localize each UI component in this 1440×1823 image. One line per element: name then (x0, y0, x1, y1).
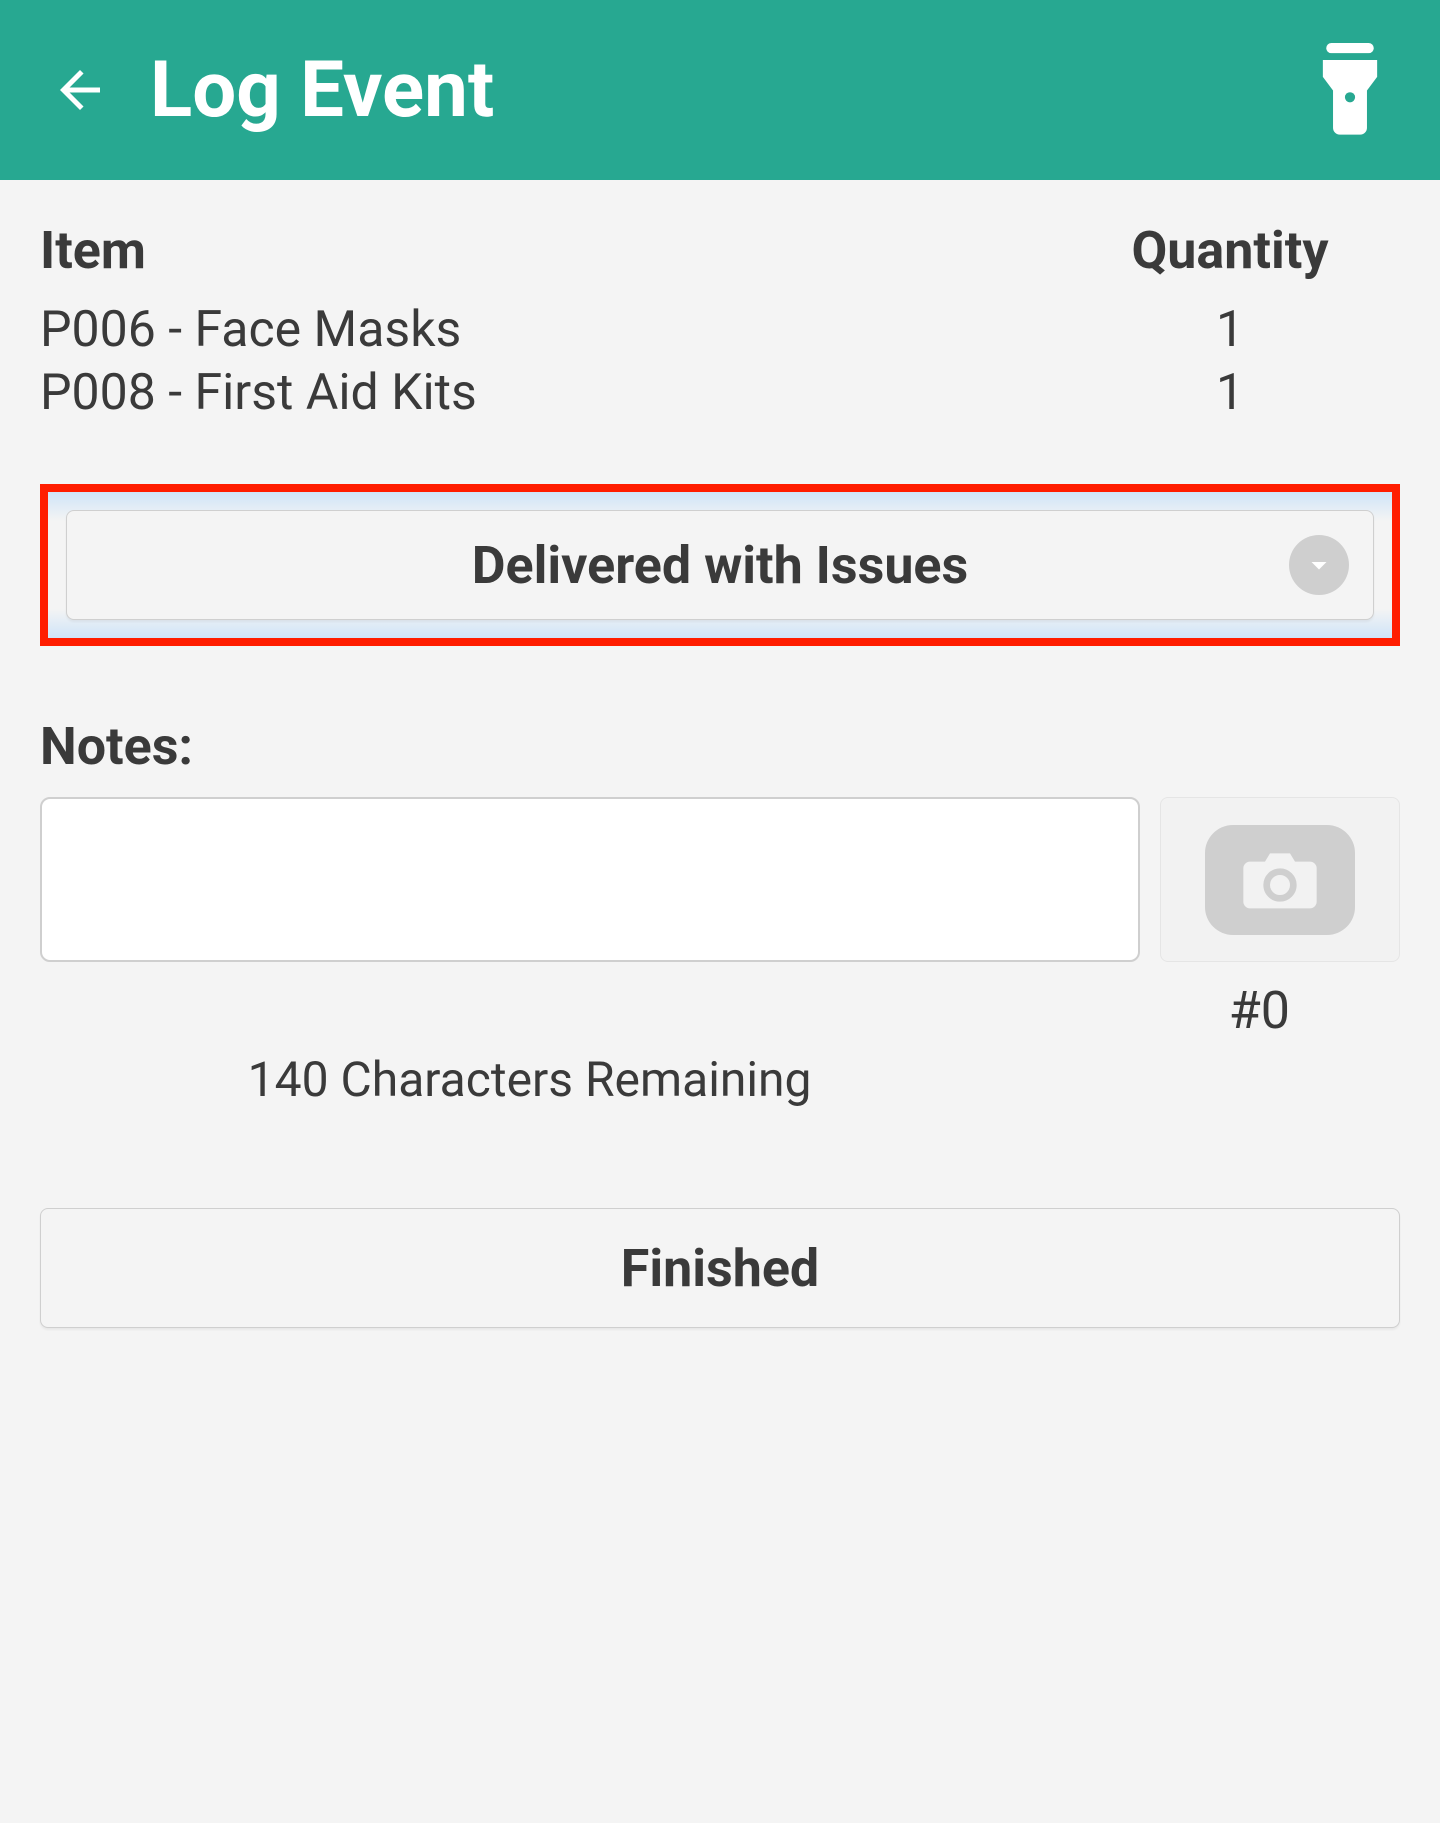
item-name: P008 - First Aid Kits (40, 362, 477, 425)
table-row: P006 - Face Masks 1 (40, 299, 1400, 362)
notes-input[interactable] (40, 797, 1140, 962)
status-selected-label: Delivered with Issues (472, 535, 968, 596)
app-header: Log Event (0, 0, 1440, 180)
page-title: Log Event (150, 45, 1310, 136)
table-row: P008 - First Aid Kits 1 (40, 362, 1400, 425)
notes-label: Notes: (40, 716, 1400, 777)
item-name: P006 - Face Masks (40, 299, 461, 362)
item-quantity: 1 (1060, 299, 1400, 362)
characters-remaining: 140 Characters Remaining (40, 1051, 1019, 1108)
back-button[interactable] (40, 50, 120, 130)
notes-row (40, 797, 1400, 962)
arrow-left-icon (50, 60, 110, 120)
status-dropdown[interactable]: Delivered with Issues (66, 510, 1374, 620)
flashlight-button[interactable] (1310, 40, 1390, 140)
flashlight-icon (1315, 43, 1385, 138)
items-table-header: Item Quantity (40, 220, 1400, 281)
column-header-quantity: Quantity (1060, 220, 1400, 281)
camera-icon (1205, 825, 1355, 935)
status-highlight-box: Delivered with Issues (40, 484, 1400, 646)
main-content: Item Quantity P006 - Face Masks 1 P008 -… (0, 180, 1440, 1388)
finished-label: Finished (621, 1238, 819, 1299)
camera-button[interactable] (1160, 797, 1400, 962)
chevron-down-icon (1289, 535, 1349, 595)
item-quantity: 1 (1060, 362, 1400, 425)
finished-button[interactable]: Finished (40, 1208, 1400, 1328)
photo-count: #0 (40, 980, 1400, 1041)
column-header-item: Item (40, 220, 146, 281)
